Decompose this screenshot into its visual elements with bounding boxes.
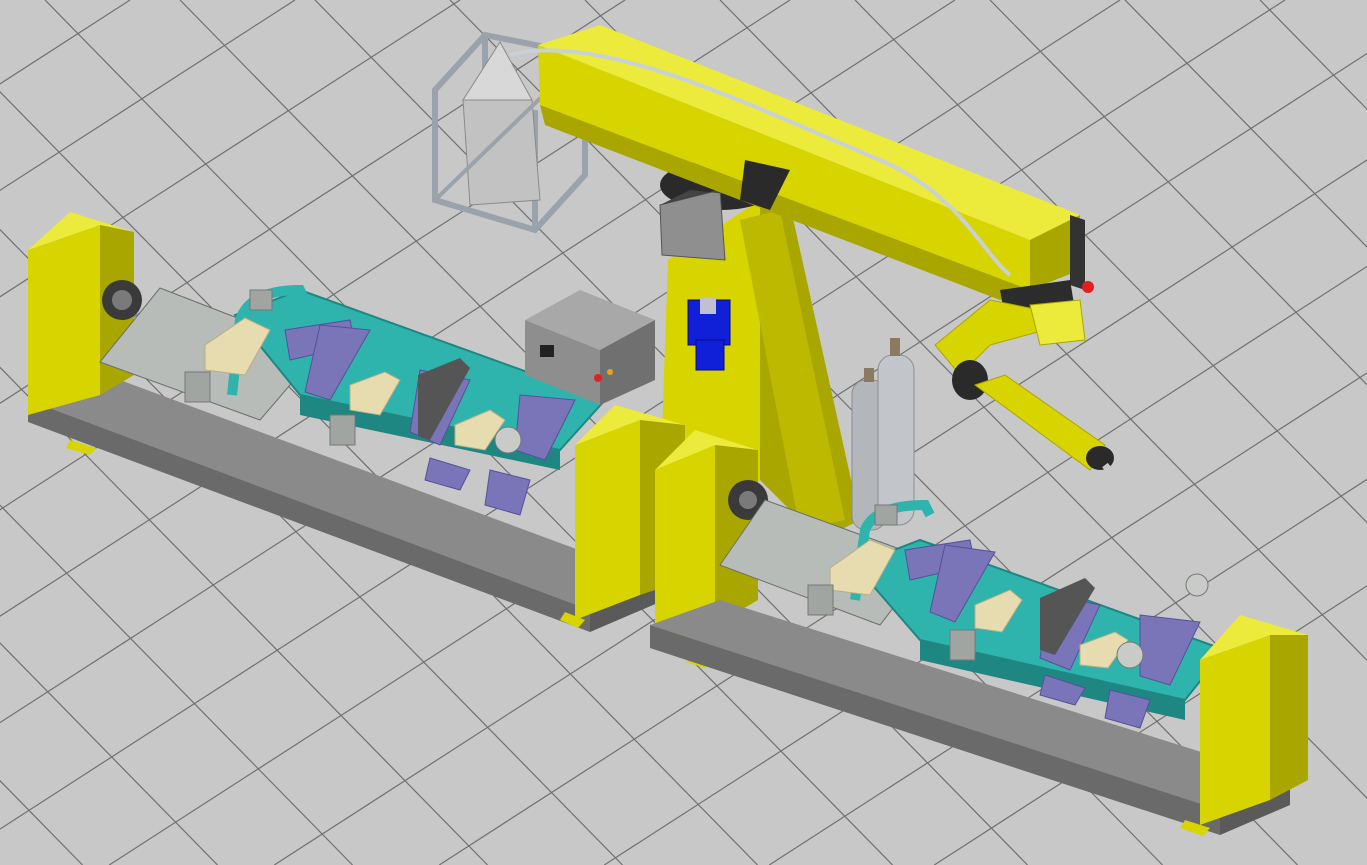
left-faceplate-hub	[112, 290, 132, 310]
gas-cylinder-valve-1	[864, 368, 874, 382]
gas-cylinder-valve-2	[890, 338, 900, 356]
left-headstock-front	[28, 225, 100, 415]
center-faceplate-hub	[739, 491, 757, 509]
right-bracket-1	[807, 584, 834, 616]
robot-elbow	[1029, 299, 1086, 346]
left-bracket-3	[249, 289, 273, 311]
right-tailstock-mount-2	[1185, 573, 1209, 597]
right-bracket-3	[874, 504, 898, 526]
left-bracket-1	[184, 371, 211, 403]
right-tailstock-mount-1	[1116, 641, 1144, 669]
control-box-display	[540, 345, 554, 357]
left-tailstock-mount-1	[494, 426, 522, 454]
welding-cell-viewport[interactable]	[0, 0, 1367, 865]
center-tower-1-front	[575, 420, 640, 620]
wire-drum-body	[462, 99, 541, 206]
right-tailstock-front	[1200, 635, 1270, 825]
control-box-button[interactable]	[607, 369, 613, 375]
robot-elbow-joint	[952, 360, 988, 400]
control-box-estop[interactable]	[594, 374, 602, 382]
right-tailstock-side	[1270, 635, 1308, 800]
robot-wrist-plate	[1070, 215, 1085, 290]
gas-cylinder-2	[877, 354, 915, 526]
robot-wrist-red-cap	[1082, 281, 1094, 293]
right-bracket-2	[949, 629, 976, 661]
left-bracket-2	[329, 414, 356, 446]
